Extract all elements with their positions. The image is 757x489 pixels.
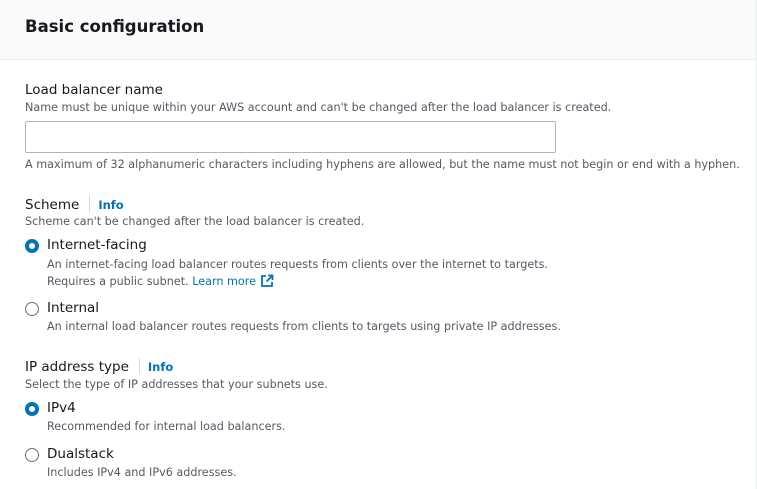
public-subnet-note: Requires a public subnet. — [47, 275, 189, 288]
lb-name-label: Load balancer name — [25, 82, 163, 98]
radio-internet-facing[interactable] — [25, 239, 39, 253]
panel-header: Basic configuration — [0, 0, 757, 60]
option-internet-facing-note: Requires a public subnet. Learn more — [47, 274, 274, 288]
ip-type-info-link[interactable]: Info — [148, 360, 173, 374]
panel-title: Basic configuration — [25, 17, 205, 36]
option-internal-label[interactable]: Internal — [47, 300, 99, 316]
lb-name-description: Name must be unique within your AWS acco… — [25, 101, 612, 114]
scheme-label-row: Scheme Info — [25, 196, 124, 213]
option-ipv4-description: Recommended for internal load balancers. — [47, 420, 286, 433]
scheme-info-link[interactable]: Info — [98, 198, 123, 212]
info-divider — [138, 358, 140, 374]
radio-internal[interactable] — [25, 302, 39, 316]
info-divider — [89, 196, 91, 212]
lb-name-input[interactable] — [25, 121, 556, 153]
option-internal-description: An internal load balancer routes request… — [47, 320, 561, 333]
option-ipv4-label[interactable]: IPv4 — [47, 400, 76, 416]
ip-type-label: IP address type — [25, 359, 129, 375]
option-dualstack-label[interactable]: Dualstack — [47, 446, 114, 462]
ip-type-description: Select the type of IP addresses that you… — [25, 378, 328, 391]
scheme-label: Scheme — [25, 197, 80, 213]
lb-name-constraint: A maximum of 32 alphanumeric characters … — [25, 158, 740, 171]
external-link-icon — [261, 274, 274, 287]
option-dualstack-description: Includes IPv4 and IPv6 addresses. — [47, 466, 237, 479]
radio-dualstack[interactable] — [25, 448, 39, 462]
option-internet-facing-description: An internet-facing load balancer routes … — [47, 258, 548, 271]
radio-ipv4[interactable] — [25, 402, 39, 416]
option-internet-facing-label[interactable]: Internet-facing — [47, 237, 147, 253]
learn-more-link[interactable]: Learn more — [192, 274, 274, 288]
ip-type-label-row: IP address type Info — [25, 358, 173, 375]
scheme-description: Scheme can't be changed after the load b… — [25, 215, 365, 228]
